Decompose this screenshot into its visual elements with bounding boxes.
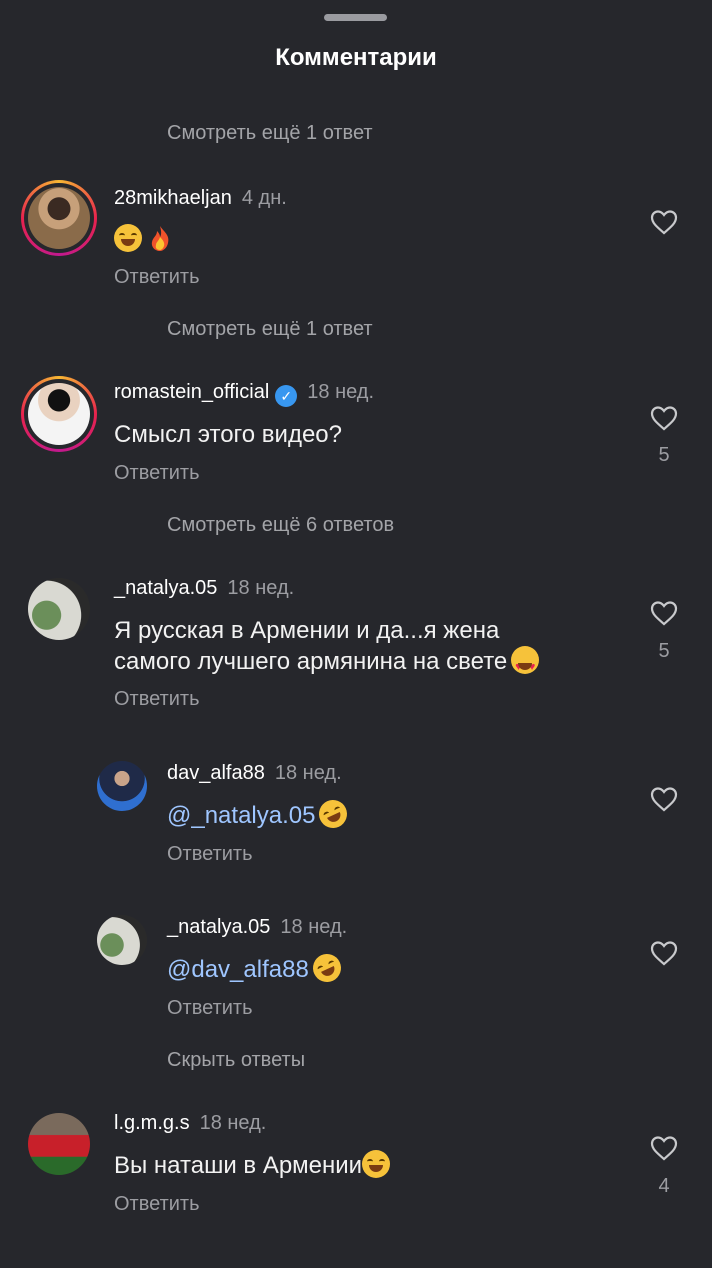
heart-eyes-emoji: ♥♥ [511, 646, 540, 674]
reply-button[interactable]: Ответить [114, 688, 200, 711]
comment-text: Смысл этого видео? [114, 421, 342, 448]
view-more-replies-button[interactable]: Смотреть ещё 6 ответов [167, 514, 394, 537]
comment-text: Вы наташи в Армении [114, 1150, 391, 1181]
avatar [28, 187, 90, 249]
comment-text: @dav_alfa88 [167, 949, 346, 987]
reply-button[interactable]: Ответить [167, 997, 253, 1020]
page-title: Комментарии [275, 44, 437, 71]
view-more-replies-button[interactable]: Смотреть ещё 1 ответ [167, 318, 373, 341]
mention-link[interactable]: @dav_alfa88 [167, 956, 309, 983]
comment-time: 18 нед. [227, 577, 295, 599]
avatar-story-ring[interactable] [21, 180, 97, 256]
like-count: 5 [658, 444, 670, 466]
like-count: 4 [658, 1175, 670, 1197]
heart-icon[interactable] [650, 405, 678, 431]
reply-button[interactable]: Ответить [114, 266, 200, 289]
comment-text-line: Я русская в Армении и да...я жена [114, 617, 500, 644]
comment-username[interactable]: _natalya.05 [167, 916, 270, 938]
heart-icon[interactable] [650, 209, 678, 235]
heart-icon[interactable] [650, 786, 678, 812]
avatar[interactable] [97, 915, 147, 965]
heart-icon[interactable] [650, 600, 678, 626]
comment-text-part: Вы наташи в Армении [114, 1152, 363, 1179]
comment-text [110, 224, 174, 255]
comment-text: Я русская в Армении и да...я жена самого… [114, 616, 540, 677]
heart-icon[interactable] [650, 1135, 678, 1161]
avatar [28, 383, 90, 445]
comment-username[interactable]: dav_alfa88 [167, 762, 265, 784]
comment-username[interactable]: l.g.m.g.s [114, 1112, 190, 1134]
reply-button[interactable]: Ответить [167, 843, 253, 866]
comment-username[interactable]: _natalya.05 [114, 577, 217, 599]
comment-username[interactable]: romastein_official [114, 381, 269, 403]
reply-button[interactable]: Ответить [114, 462, 200, 485]
comment-username[interactable]: 28mikhaeljan [114, 187, 232, 209]
heart-icon[interactable] [650, 940, 678, 966]
avatar[interactable] [28, 1113, 90, 1175]
verified-badge-icon: ✓ [275, 385, 298, 407]
comment-text: @_natalya.05 [167, 795, 353, 833]
comment-time: 18 нед. [280, 916, 348, 938]
comment-time: 4 дн. [241, 187, 287, 209]
hide-replies-button[interactable]: Скрыть ответы [167, 1049, 305, 1072]
view-more-replies-button[interactable]: Смотреть ещё 1 ответ [167, 122, 373, 145]
comment-text-part: самого лучшего армянина на свете [114, 648, 508, 675]
laughing-tears-emoji [114, 224, 142, 252]
avatar[interactable] [28, 578, 90, 640]
like-count: 5 [658, 640, 670, 662]
avatar[interactable] [97, 761, 147, 811]
comment-text-line: самого лучшего армянина на свете♥♥ [114, 646, 540, 677]
reply-button[interactable]: Ответить [114, 1193, 200, 1216]
avatar-story-ring[interactable] [21, 376, 97, 452]
comment-time: 18 нед. [307, 381, 375, 403]
laughing-tears-emoji [362, 1150, 391, 1178]
comment-time: 18 нед. [274, 762, 342, 784]
comment-time: 18 нед. [199, 1112, 267, 1134]
mention-link[interactable]: @_natalya.05 [167, 802, 315, 829]
rolling-laughing-emoji [308, 949, 346, 987]
rolling-laughing-emoji [314, 795, 353, 833]
fire-emoji [146, 224, 174, 252]
drag-handle[interactable] [324, 14, 387, 21]
